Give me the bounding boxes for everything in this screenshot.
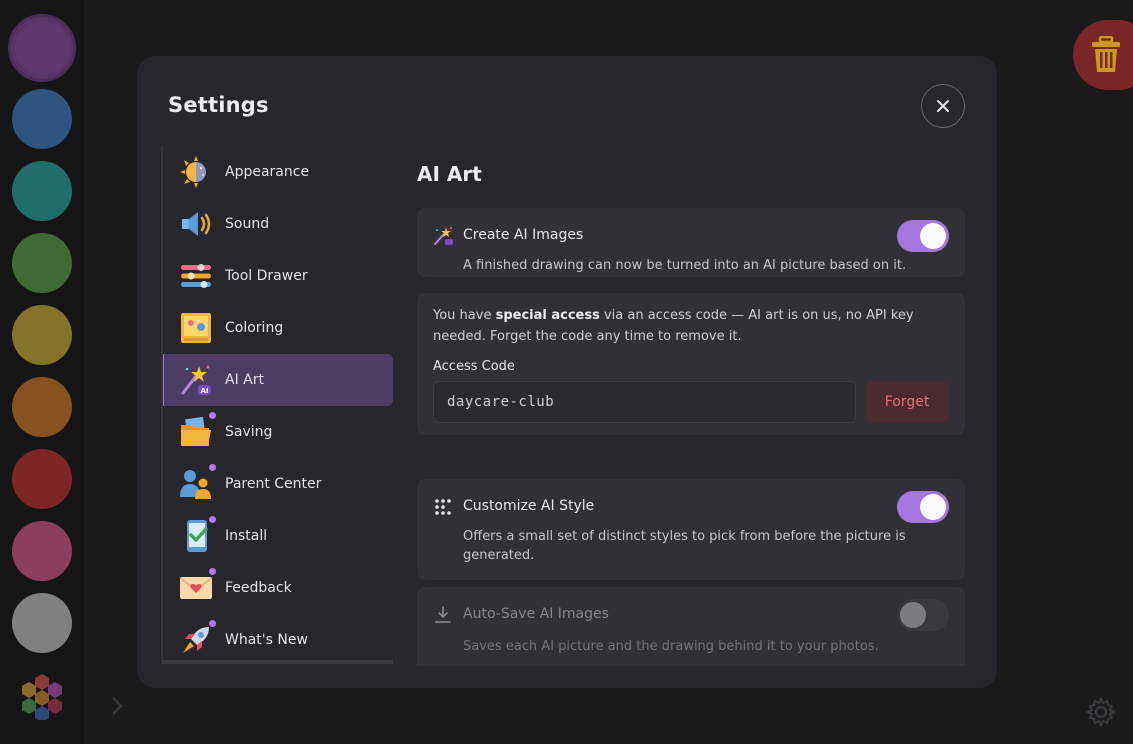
- nav-item-feedback[interactable]: Feedback: [163, 562, 393, 614]
- create-ai-images-toggle[interactable]: [897, 220, 949, 252]
- color-swatch-teal[interactable]: [12, 161, 72, 221]
- nav-label: Saving: [225, 424, 273, 440]
- nav-item-ai-art[interactable]: AI AI Art: [163, 354, 393, 406]
- nav-item-coloring[interactable]: Coloring: [163, 302, 393, 354]
- color-swatch-blue[interactable]: [12, 89, 72, 149]
- nav-item-whats-new[interactable]: What's New: [163, 614, 393, 660]
- access-text-bold: special access: [495, 308, 600, 323]
- color-sidebar: [0, 0, 84, 744]
- access-text: You have: [433, 308, 496, 323]
- auto-save-ai-images-desc: Saves each AI picture and the drawing be…: [463, 639, 879, 654]
- nav-label: Coloring: [225, 320, 284, 336]
- nav-label: AI Art: [225, 372, 264, 388]
- speaker-icon: [182, 212, 211, 236]
- section-title: AI Art: [417, 162, 482, 186]
- nav-item-install[interactable]: Install: [163, 510, 393, 562]
- trash-icon: [1092, 36, 1120, 72]
- auto-save-ai-images-card: Auto-Save AI Images Saves each AI pictur…: [417, 587, 965, 666]
- download-icon: [435, 606, 451, 623]
- gear-icon[interactable]: [1086, 697, 1116, 727]
- color-swatch-purple[interactable]: [8, 14, 76, 82]
- svg-text:AI: AI: [200, 387, 208, 395]
- settings-modal: Settings Appearance Sound Tool Drawer Co…: [137, 56, 997, 688]
- people-icon: [180, 470, 211, 499]
- settings-nav: Appearance Sound Tool Drawer Coloring AI…: [161, 146, 393, 664]
- nav-label: What's New: [225, 632, 308, 648]
- toggle-knob: [920, 223, 946, 249]
- sun-moon-icon: [180, 156, 206, 188]
- customize-ai-style-desc: Offers a small set of distinct styles to…: [463, 529, 906, 563]
- close-button[interactable]: [921, 84, 965, 128]
- nav-item-parent-center[interactable]: Parent Center: [163, 458, 393, 510]
- auto-save-ai-images-toggle[interactable]: [897, 599, 949, 631]
- magic-wand-icon: AI: [181, 365, 211, 395]
- create-ai-images-card: Create AI Images A finished drawing can …: [417, 208, 965, 277]
- nav-item-saving[interactable]: Saving: [163, 406, 393, 458]
- folder-icon: [181, 416, 211, 446]
- access-info-text: You have special access via an access co…: [433, 305, 933, 347]
- rocket-icon: [183, 627, 209, 653]
- customize-ai-style-title: Customize AI Style: [463, 498, 595, 514]
- create-ai-images-title: Create AI Images: [463, 227, 584, 243]
- access-code-label: Access Code: [433, 359, 515, 374]
- customize-ai-style-toggle[interactable]: [897, 491, 949, 523]
- customize-ai-style-card: Customize AI Style Offers a small set of…: [417, 479, 965, 580]
- create-ai-images-desc: A finished drawing can now be turned int…: [463, 258, 907, 273]
- nav-item-sound[interactable]: Sound: [163, 198, 393, 250]
- palette-icon[interactable]: [18, 672, 66, 720]
- nav-label: Appearance: [225, 164, 310, 180]
- nav-label: Tool Drawer: [225, 268, 308, 284]
- access-code-card: You have special access via an access co…: [417, 293, 965, 435]
- nav-item-appearance[interactable]: Appearance: [163, 146, 393, 198]
- nav-label: Parent Center: [225, 476, 322, 492]
- toggle-knob: [920, 494, 946, 520]
- access-code-input[interactable]: [433, 381, 856, 423]
- settings-content: AI Art Create AI Images A finished drawi…: [417, 146, 965, 666]
- nav-label: Feedback: [225, 580, 292, 596]
- color-swatch-orange[interactable]: [12, 377, 72, 437]
- nav-label: Install: [225, 528, 268, 544]
- app: Settings Appearance Sound Tool Drawer Co…: [0, 0, 1133, 744]
- dots-grid-icon: [435, 499, 451, 515]
- nav-item-tool-drawer[interactable]: Tool Drawer: [163, 250, 393, 302]
- auto-save-ai-images-title: Auto-Save AI Images: [463, 606, 609, 622]
- sliders-icon: [181, 264, 211, 288]
- envelope-heart-icon: [179, 577, 213, 599]
- coloring-page-icon: [181, 313, 211, 343]
- color-swatch-yellow[interactable]: [12, 305, 72, 365]
- chevron-right-icon[interactable]: [108, 694, 128, 718]
- magic-wand-icon: [434, 227, 453, 245]
- color-swatch-gray[interactable]: [12, 593, 72, 653]
- close-icon: [937, 100, 949, 112]
- modal-title: Settings: [168, 93, 269, 117]
- color-swatch-red[interactable]: [12, 449, 72, 509]
- color-swatch-green[interactable]: [12, 233, 72, 293]
- toggle-knob: [900, 602, 926, 628]
- forget-button[interactable]: Forget: [865, 381, 949, 423]
- phone-check-icon: [187, 520, 208, 552]
- color-swatch-pink[interactable]: [12, 521, 72, 581]
- nav-label: Sound: [225, 216, 270, 232]
